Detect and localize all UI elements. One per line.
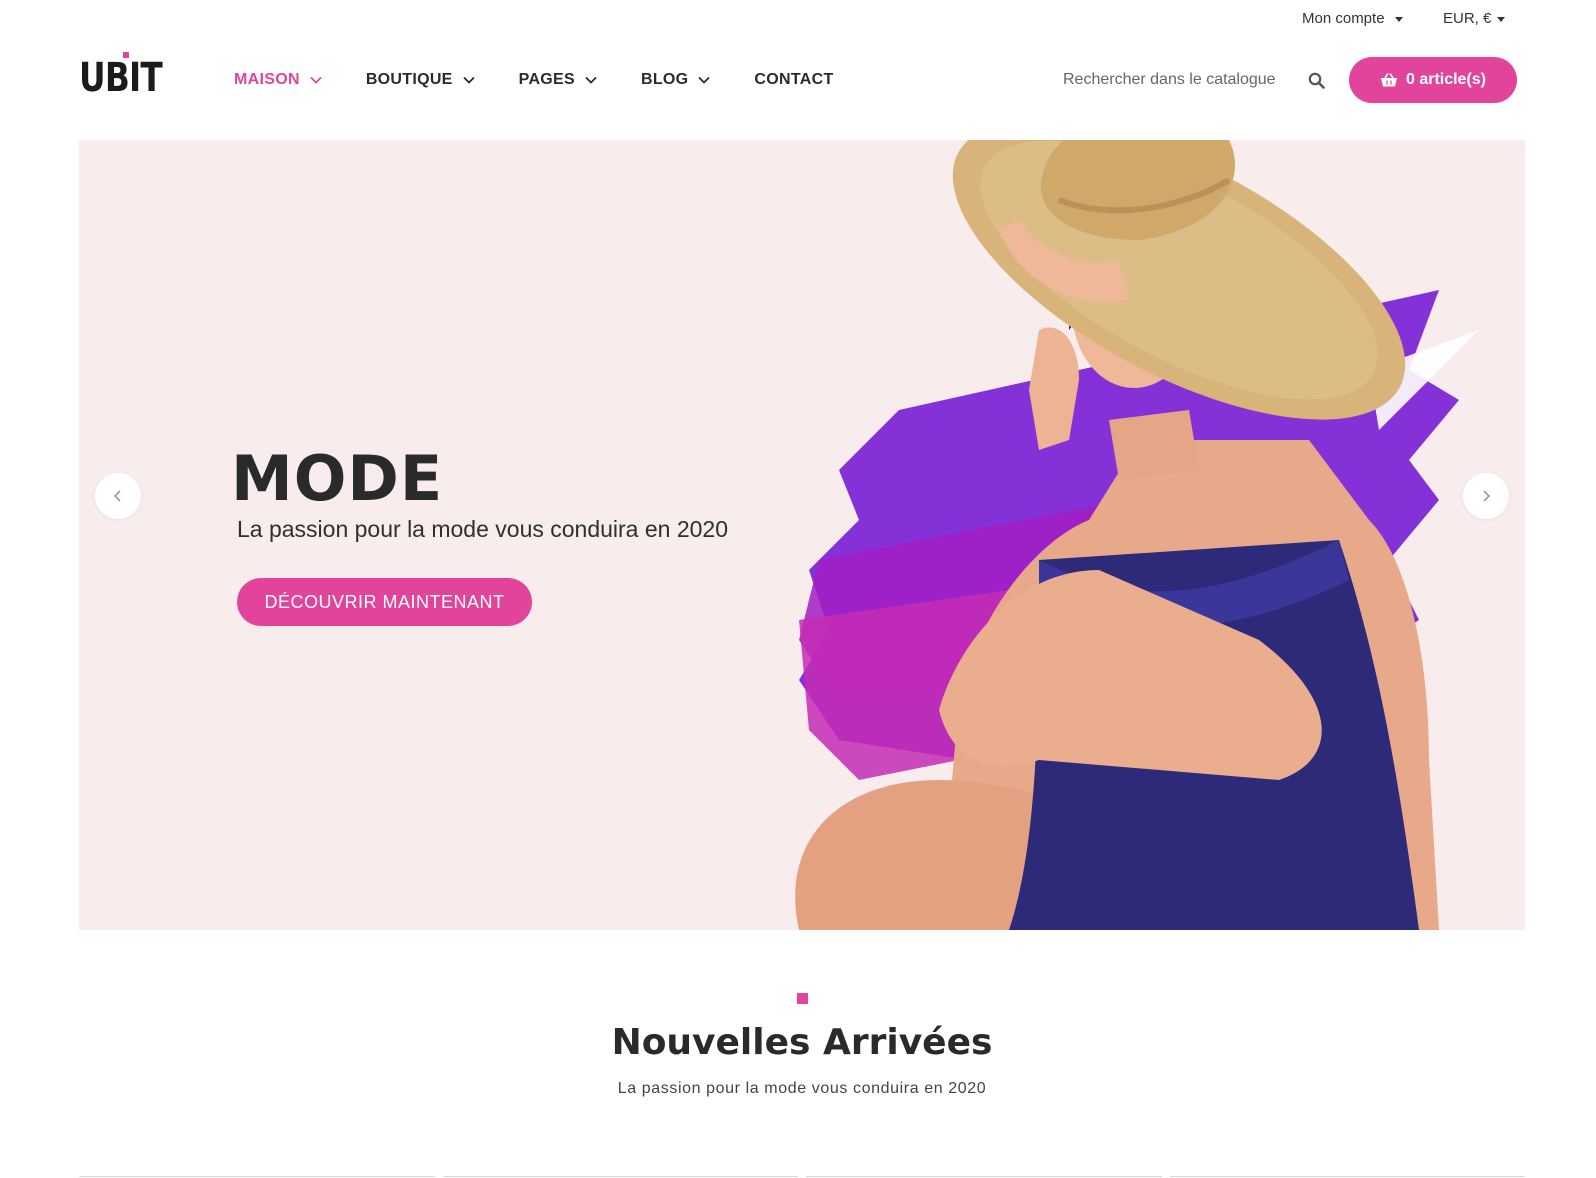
- nav-item-pages[interactable]: PAGES: [519, 71, 598, 89]
- top-bar: Mon compte EUR, €: [0, 0, 1596, 38]
- slider-prev-button[interactable]: [95, 473, 141, 519]
- chevron-down-icon: [585, 76, 597, 84]
- hero-subtitle: La passion pour la mode vous conduira en…: [237, 516, 729, 542]
- discover-now-button[interactable]: DÉCOUVRIR MAINTENANT: [237, 578, 532, 626]
- search-bar: [1063, 68, 1325, 92]
- chevron-down-icon: [310, 76, 322, 84]
- chevron-right-icon: [1483, 490, 1491, 502]
- nav-item-maison[interactable]: MAISON: [234, 71, 323, 89]
- currency-dropdown[interactable]: EUR, €: [1443, 10, 1506, 27]
- account-label: Mon compte: [1302, 10, 1385, 27]
- nav-item-label: BOUTIQUE: [365, 71, 453, 88]
- search-icon[interactable]: [1308, 72, 1325, 89]
- nav-item-label: MAISON: [234, 71, 300, 88]
- nav-item-label: PAGES: [518, 71, 575, 88]
- product-card[interactable]: [1169, 1176, 1525, 1177]
- slider-next-button[interactable]: [1463, 473, 1509, 519]
- section-title: Nouvelles Arrivées: [611, 1022, 993, 1063]
- cart-button[interactable]: 0 article(s): [1349, 57, 1517, 103]
- nav-item-boutique[interactable]: BOUTIQUE: [366, 71, 476, 89]
- account-dropdown[interactable]: Mon compte: [1302, 10, 1403, 27]
- hero-slider: MODE La passion pour la mode vous condui…: [79, 140, 1525, 930]
- nav-item-label: BLOG: [641, 71, 689, 88]
- product-card[interactable]: [806, 1176, 1162, 1177]
- product-card[interactable]: [442, 1176, 798, 1177]
- section-subtitle: La passion pour la mode vous conduira en…: [617, 1080, 987, 1097]
- currency-label: EUR, €: [1443, 10, 1492, 27]
- logo-text: UBIT: [79, 55, 163, 101]
- basket-icon: [1380, 73, 1397, 87]
- chevron-down-icon: [463, 76, 475, 84]
- main-nav: MAISON BOUTIQUE PAGES BLOG CONTACT: [234, 69, 834, 91]
- hero-title: MODE: [231, 442, 444, 515]
- search-input[interactable]: [1063, 71, 1288, 89]
- nav-item-label: CONTACT: [754, 71, 834, 88]
- chevron-left-icon: [113, 490, 121, 502]
- nav-item-contact[interactable]: CONTACT: [754, 71, 833, 89]
- caret-down-icon: [1394, 17, 1403, 22]
- logo[interactable]: UBIT: [79, 52, 163, 100]
- caret-down-icon: [1497, 17, 1506, 22]
- nav-item-blog[interactable]: BLOG: [641, 71, 711, 89]
- product-card[interactable]: [79, 1176, 435, 1177]
- cart-label: 0 article(s): [1405, 71, 1487, 88]
- chevron-down-icon: [698, 76, 711, 84]
- logo-accent-dot: [123, 52, 129, 58]
- section-accent-square: [797, 993, 808, 1004]
